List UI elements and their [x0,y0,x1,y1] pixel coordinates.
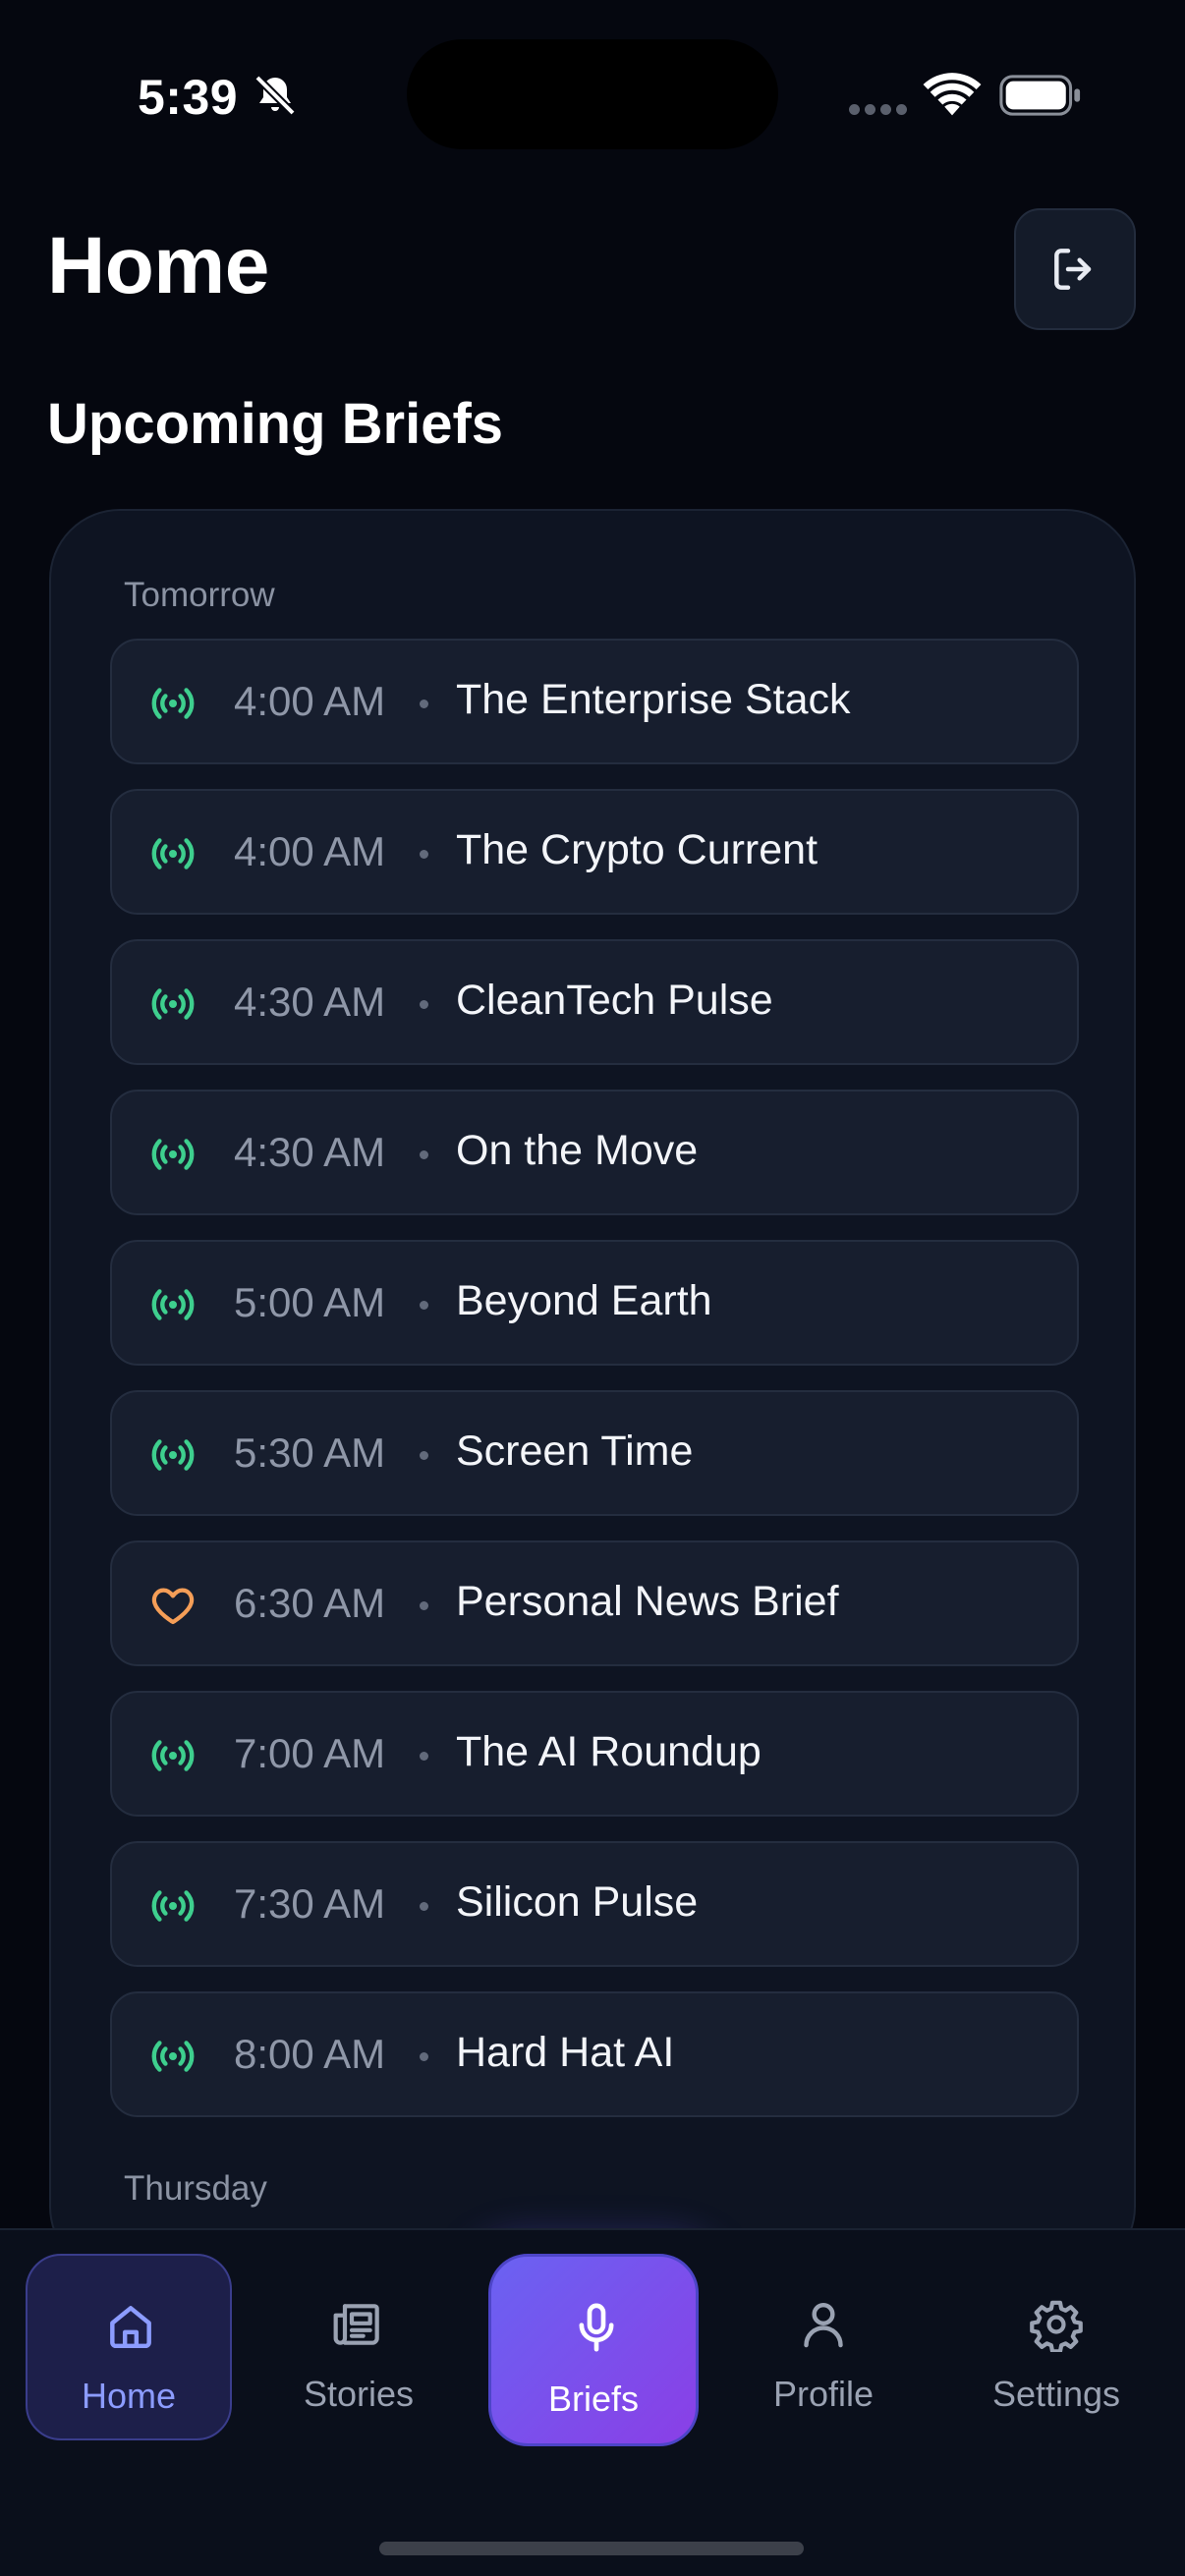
broadcast-icon [151,1139,195,1170]
day-label-thursday: Thursday [124,2169,267,2208]
section-title: Upcoming Briefs [47,392,504,456]
tab-label: Briefs [547,2379,640,2419]
broadcast-icon [151,2041,195,2072]
brief-row[interactable]: 4:00 AM The Enterprise Stack [110,639,1079,764]
separator-dot [420,1902,428,1911]
home-indicator[interactable] [379,2542,804,2555]
newspaper-icon [333,2304,379,2345]
brief-time: 4:00 AM [234,828,386,874]
brief-row[interactable]: 4:00 AM The Crypto Current [110,789,1079,915]
brief-row[interactable]: 4:30 AM On the Move [110,1090,1079,1215]
separator-dot [420,700,428,708]
tab-bar: Home Stories Briefs Profile Settings [0,2228,1185,2576]
logout-button[interactable] [1014,208,1136,330]
brief-time: 6:30 AM [234,1580,386,1626]
broadcast-icon [151,1890,195,1922]
brief-title: The AI Roundup [456,1728,762,1775]
brief-title: Personal News Brief [456,1578,839,1625]
tab-home[interactable]: Home [26,2254,232,2440]
broadcast-icon [151,1439,195,1471]
brief-title: Silicon Pulse [456,1878,699,1926]
person-icon [804,2302,843,2348]
brief-row[interactable]: 5:30 AM Screen Time [110,1390,1079,1516]
brief-title: The Crypto Current [456,826,818,873]
brief-row[interactable]: 6:30 AM Personal News Brief [110,1540,1079,1666]
brief-row[interactable]: 8:00 AM Hard Hat AI [110,1991,1079,2117]
separator-dot [420,1000,428,1009]
brief-title: Hard Hat AI [456,2029,675,2076]
brief-time: 7:30 AM [234,1880,386,1927]
tab-stories[interactable]: Stories [255,2254,462,2440]
tab-label: Home [81,2376,177,2416]
brief-time: 4:30 AM [234,979,386,1025]
brief-title: CleanTech Pulse [456,977,773,1024]
upcoming-briefs-card: Tomorrow 4:00 AM The Enterprise Stack 4:… [49,509,1136,2277]
separator-dot [420,1150,428,1159]
brief-row[interactable]: 7:30 AM Silicon Pulse [110,1841,1079,1967]
broadcast-icon [151,988,195,1020]
brief-title: Screen Time [456,1428,694,1475]
tab-settings[interactable]: Settings [953,2254,1159,2440]
broadcast-icon [151,1289,195,1320]
separator-dot [420,850,428,859]
brief-time: 5:30 AM [234,1429,386,1476]
microphone-icon [579,2303,614,2352]
brief-time: 5:00 AM [234,1279,386,1325]
status-bar: 5:39 [0,0,1185,187]
brief-row[interactable]: 7:00 AM The AI Roundup [110,1691,1079,1817]
home-icon [110,2306,151,2349]
cellular-signal-icon [849,102,912,120]
tab-profile[interactable]: Profile [720,2254,927,2440]
broadcast-icon [151,688,195,719]
bell-muted-icon [254,75,296,116]
brief-time: 7:00 AM [234,1730,386,1776]
broadcast-icon [151,838,195,869]
battery-icon [999,75,1081,116]
brief-title: On the Move [456,1127,699,1174]
separator-dot [420,1451,428,1460]
separator-dot [420,1301,428,1310]
logout-icon [1054,249,1092,290]
tab-label: Settings [991,2374,1121,2414]
wifi-icon [923,73,982,116]
dynamic-island [407,39,778,149]
brief-time: 4:00 AM [234,678,386,724]
status-time: 5:39 [138,70,239,125]
page-title: Home [47,221,269,310]
brief-row[interactable]: 5:00 AM Beyond Earth [110,1240,1079,1366]
brief-title: Beyond Earth [456,1277,712,1324]
tab-label: Profile [772,2374,875,2414]
tab-label: Stories [303,2374,415,2414]
gear-icon [1030,2300,1083,2352]
heart-icon [151,1588,195,1625]
home-screen: 5:39 Home Upcoming Briefs Tomorrow 4:00 … [0,0,1185,2576]
day-label-tomorrow: Tomorrow [124,576,275,614]
separator-dot [420,1601,428,1610]
broadcast-icon [151,1740,195,1771]
brief-row[interactable]: 4:30 AM CleanTech Pulse [110,939,1079,1065]
separator-dot [420,1752,428,1761]
separator-dot [420,2052,428,2061]
tab-briefs[interactable]: Briefs [488,2254,699,2446]
brief-time: 4:30 AM [234,1129,386,1175]
brief-time: 8:00 AM [234,2031,386,2077]
brief-title: The Enterprise Stack [456,676,851,723]
